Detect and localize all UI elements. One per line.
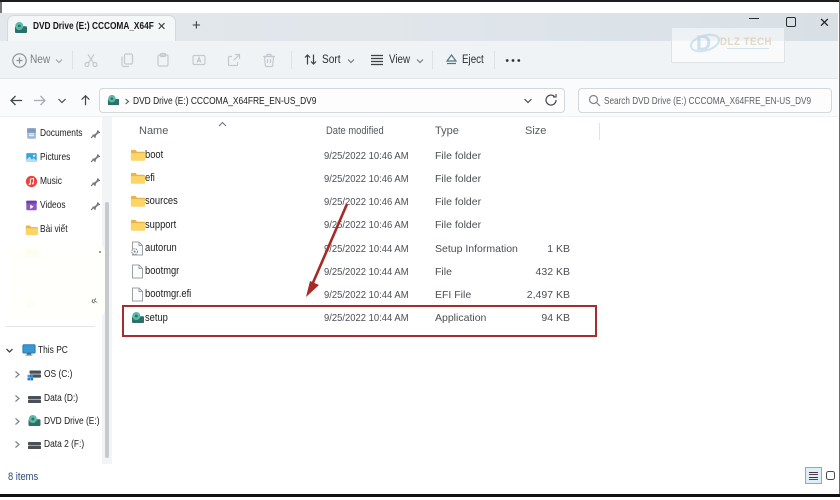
svg-text:D: D <box>696 32 711 55</box>
